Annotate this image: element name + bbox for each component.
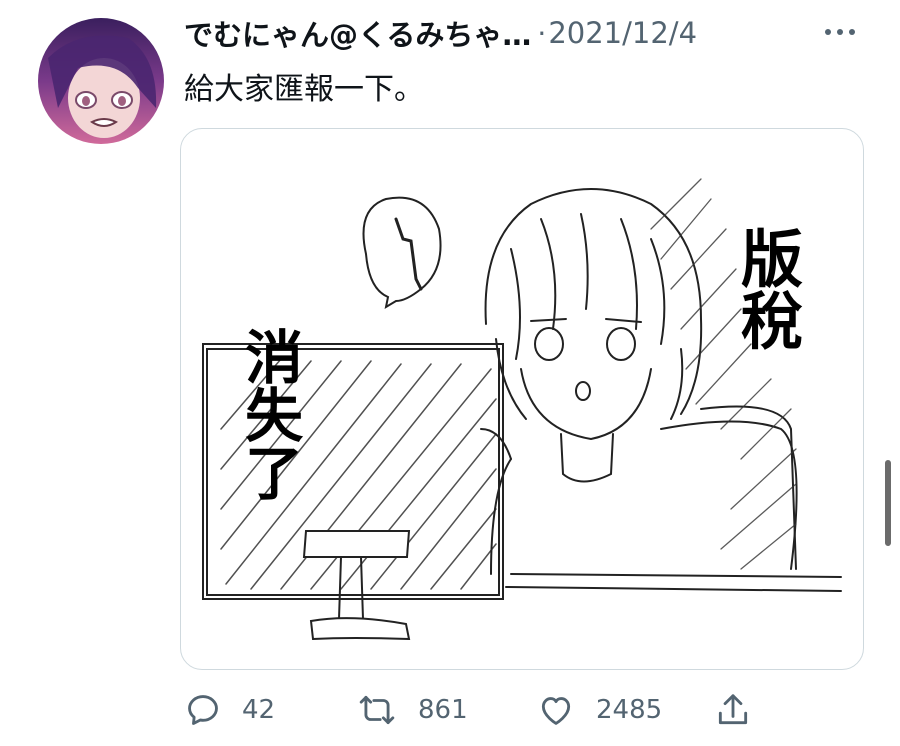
more-options-button[interactable] — [820, 20, 860, 44]
caption-left-char: 消 — [245, 324, 304, 392]
tweet-text: 給大家匯報一下。 — [184, 72, 424, 107]
caption-right-char: 版 — [741, 223, 804, 296]
tweet-header: でむにゃん@くるみちゃ… · 2021/12/4 — [184, 12, 860, 54]
caption-left: 消 失 了 — [245, 329, 303, 503]
caption-left-char: 失 — [245, 382, 304, 450]
caption-right: 版 稅 — [741, 229, 803, 353]
caption-right-char: 稅 — [741, 285, 804, 358]
retweet-button[interactable]: 861 — [356, 688, 468, 732]
share-button[interactable] — [714, 688, 752, 732]
retweet-icon — [359, 695, 395, 725]
tweet-media[interactable]: 版 稅 消 失 了 — [180, 128, 864, 670]
reply-button[interactable]: 42 — [184, 688, 275, 732]
author-name[interactable]: でむにゃん@くるみちゃ… — [184, 12, 531, 54]
heart-icon — [541, 697, 571, 725]
tweet-actions: 42 861 2485 — [184, 688, 764, 732]
retweet-count: 861 — [418, 695, 468, 725]
share-icon — [718, 694, 748, 725]
avatar[interactable] — [38, 18, 164, 144]
caption-left-char: 了 — [245, 440, 304, 508]
reply-icon — [188, 695, 218, 725]
reply-count: 42 — [242, 695, 276, 725]
more-horizontal-icon — [825, 29, 855, 35]
like-button[interactable]: 2485 — [536, 688, 662, 732]
tweet-date[interactable]: 2021/12/4 — [548, 16, 697, 50]
scrollbar-thumb[interactable] — [885, 460, 891, 546]
header-separator: · — [537, 16, 547, 50]
like-count: 2485 — [596, 695, 663, 725]
avatar-image — [38, 18, 164, 144]
